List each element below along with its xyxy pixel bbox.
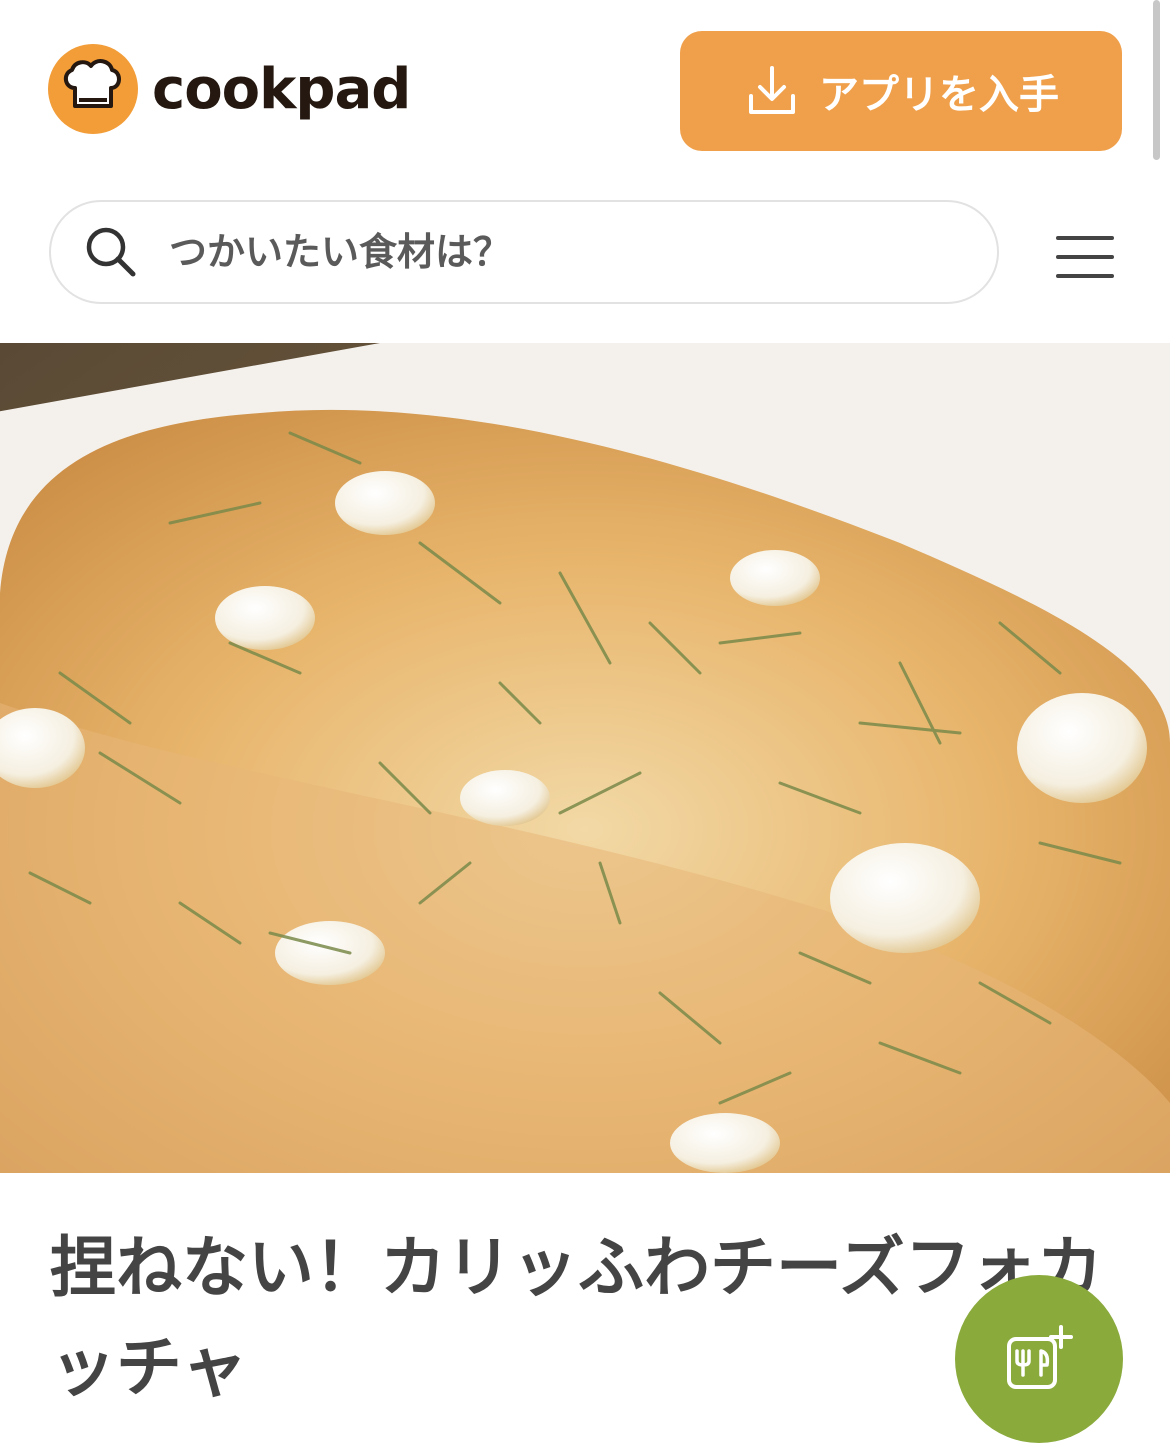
download-icon	[749, 66, 795, 114]
top-header: cookpad アプリを入手	[0, 0, 1170, 180]
scrollbar[interactable]	[1153, 0, 1160, 160]
search-input[interactable]	[167, 229, 931, 275]
add-recipe-icon	[1007, 1325, 1073, 1389]
search-icon	[86, 227, 136, 277]
add-recipe-button[interactable]	[955, 1275, 1123, 1443]
recipe-title: 捏ねない！カリッふわチーズフォカッチャ	[50, 1229, 1103, 1406]
hamburger-menu-icon[interactable]	[1050, 232, 1120, 282]
recipe-hero-image	[0, 343, 1170, 1173]
search-bar[interactable]	[49, 200, 999, 304]
chef-hat-icon	[48, 44, 138, 134]
get-app-button[interactable]: アプリを入手	[680, 31, 1122, 151]
get-app-label: アプリを入手	[819, 72, 1059, 118]
cookpad-logo[interactable]: cookpad	[48, 44, 411, 134]
logo-wordmark: cookpad	[152, 56, 411, 122]
